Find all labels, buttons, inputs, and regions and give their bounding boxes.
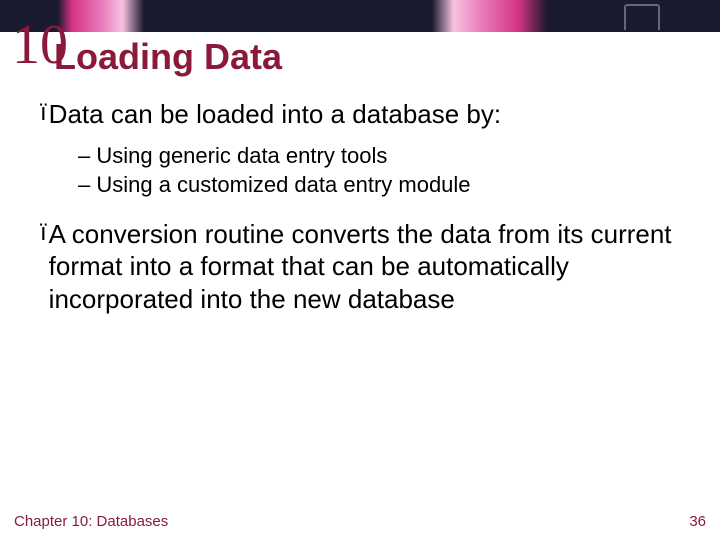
bullet-text: Data can be loaded into a database by: [49,98,501,131]
sub-bullet-list: – Using generic data entry tools – Using… [78,141,680,200]
slide-title: Loading Data [54,36,282,78]
sub-bullet-item: – Using generic data entry tools [78,141,680,171]
footer-chapter-label: Chapter 10: Databases [14,513,168,530]
bullet-item: ï A conversion routine converts the data… [40,218,680,316]
chapter-number: 10 [12,20,68,70]
bullet-text: A conversion routine converts the data f… [49,218,680,316]
footer-page-number: 36 [689,513,706,530]
sub-bullet-item: – Using a customized data entry module [78,170,680,200]
slide-content: ï Data can be loaded into a database by:… [40,98,680,325]
bullet-arrow-icon: ï [40,98,47,128]
bullet-item: ï Data can be loaded into a database by: [40,98,680,131]
decorative-banner [0,0,720,32]
slide-footer: Chapter 10: Databases 36 [14,513,706,530]
bullet-arrow-icon: ï [40,218,47,248]
